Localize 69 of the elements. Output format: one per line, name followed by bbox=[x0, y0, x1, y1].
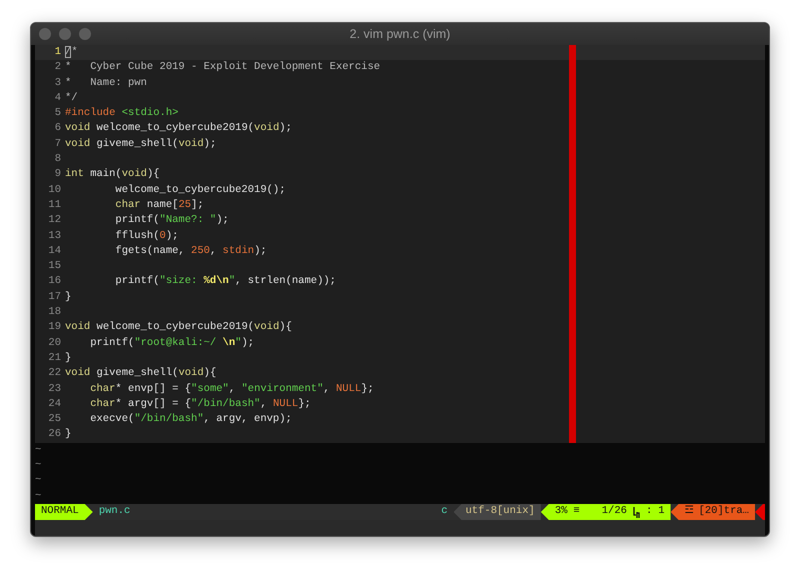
empty-line-marker: ~ bbox=[35, 490, 42, 502]
code-line: */ bbox=[65, 90, 78, 106]
line-number: 8 bbox=[54, 152, 61, 168]
line-number: 25 bbox=[47, 412, 61, 428]
line-number: 20 bbox=[47, 336, 61, 351]
code-line: #include <stdio.h> bbox=[65, 106, 178, 122]
cursor-position: 1/26 bbox=[602, 504, 627, 520]
empty-line-marker: ~ bbox=[35, 474, 42, 486]
line-number: 17 bbox=[47, 290, 61, 305]
close-button[interactable] bbox=[39, 28, 51, 40]
line-number: 21 bbox=[47, 350, 61, 366]
line-number: 9 bbox=[54, 167, 61, 182]
code-line: fflush(0); bbox=[114, 228, 178, 244]
line-number: 2 bbox=[54, 60, 61, 76]
code-line: welcome_to_cybercube2019(); bbox=[114, 182, 286, 198]
code-line: } bbox=[65, 290, 72, 305]
code-line: void welcome_to_cybercube2019(void); bbox=[65, 121, 292, 136]
code-line: void welcome_to_cybercube2019(void){ bbox=[65, 320, 292, 336]
mode-indicator: NORMAL bbox=[41, 504, 79, 520]
code-line: } bbox=[65, 427, 72, 442]
code-line: } bbox=[65, 350, 72, 366]
separator-colon: : bbox=[646, 504, 652, 520]
line-number: 19 bbox=[47, 320, 61, 336]
line-number: 24 bbox=[47, 396, 61, 412]
window-title: 2. vim pwn.c (vim) bbox=[350, 27, 450, 41]
line-number: 10 bbox=[47, 182, 61, 198]
line-number: 7 bbox=[54, 136, 61, 152]
code-line: char* envp[] = {"some", "environment", NULL}; bbox=[89, 382, 374, 397]
empty-line-marker: ~ bbox=[35, 459, 42, 472]
file-type: c bbox=[441, 504, 448, 520]
file-name: pwn.c bbox=[98, 504, 130, 520]
scroll-percent: 3% bbox=[554, 504, 568, 520]
line-number: 23 bbox=[47, 382, 61, 397]
warning-text: [20]tra… bbox=[698, 504, 749, 520]
line-number: 6 bbox=[54, 121, 61, 136]
minimize-button[interactable] bbox=[59, 28, 71, 40]
line-number: 16 bbox=[47, 274, 61, 290]
code-line: execve("/bin/bash", argv, envp); bbox=[89, 412, 292, 428]
percent-icon: ≡ bbox=[573, 504, 580, 520]
line-number: 3 bbox=[54, 76, 61, 91]
file-encoding: utf-8[unix] bbox=[466, 504, 535, 520]
warning-icon: ☲ bbox=[684, 504, 695, 520]
line-number: 1 bbox=[54, 45, 61, 60]
empty-line-marker: ~ bbox=[35, 444, 42, 456]
line-number: 26 bbox=[47, 427, 61, 442]
line-number: 11 bbox=[47, 198, 61, 213]
code-line: * Cyber Cube 2019 - Exploit Development Exercise bbox=[65, 60, 380, 76]
code-line: * Name: pwn bbox=[65, 76, 147, 91]
code-line: printf("size: %d\n", strlen(name)); bbox=[114, 274, 336, 290]
code-line: char name[25]; bbox=[114, 198, 204, 213]
code-line: void giveme_shell(void); bbox=[65, 136, 216, 152]
code-line: printf("Name?: "); bbox=[114, 213, 229, 228]
line-number: 15 bbox=[47, 259, 61, 274]
error-indicator bbox=[755, 504, 765, 520]
line-number: 13 bbox=[47, 228, 61, 244]
line-number: 5 bbox=[54, 106, 61, 122]
line-number-icon bbox=[632, 506, 640, 518]
line-number: 22 bbox=[47, 366, 61, 382]
line-number: 4 bbox=[54, 90, 61, 106]
code-line: char* argv[] = {"/bin/bash", NULL}; bbox=[89, 396, 311, 412]
column-number: 1 bbox=[658, 504, 665, 520]
zoom-button[interactable] bbox=[79, 28, 91, 40]
line-number: 14 bbox=[47, 244, 61, 259]
line-number: 18 bbox=[47, 305, 61, 320]
line-number: 12 bbox=[47, 213, 61, 228]
code-line: fgets(name, 250, stdin); bbox=[114, 244, 267, 259]
code-line: int main(void){ bbox=[65, 167, 160, 182]
code-line: printf("root@kali:~/ \n"); bbox=[89, 336, 254, 351]
code-line: void giveme_shell(void){ bbox=[65, 366, 216, 382]
